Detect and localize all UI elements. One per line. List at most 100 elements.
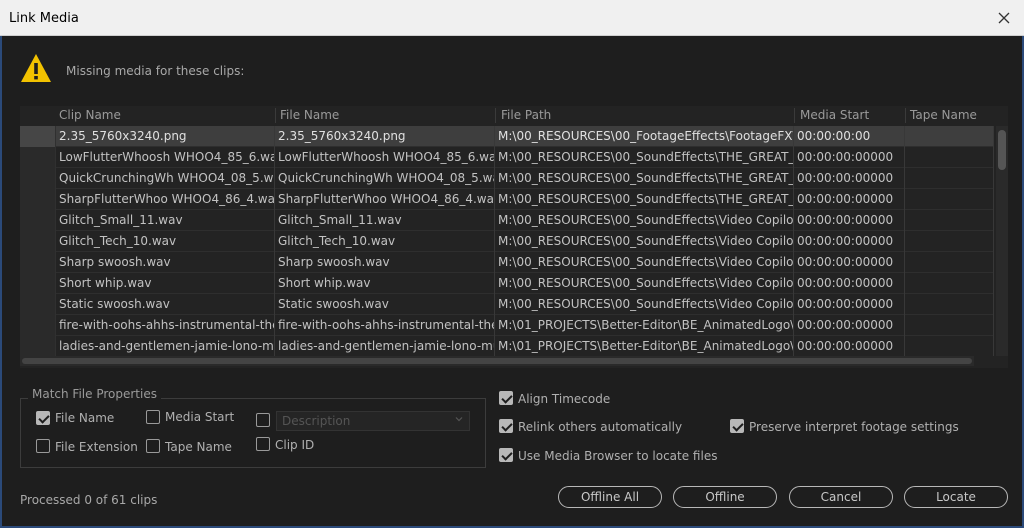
title-bar: Link Media (0, 0, 1024, 36)
row-header[interactable] (20, 126, 56, 147)
file-name-cell: 2.35_5760x3240.png (275, 126, 495, 147)
column-divider[interactable] (905, 108, 906, 123)
relink-others-label[interactable]: Relink others automatically (518, 420, 682, 434)
file-name-cell: Short whip.wav (275, 273, 495, 294)
table-row[interactable]: QuickCrunchingWh WHOO4_08_5.wav QuickCrun… (20, 168, 994, 189)
row-header[interactable] (20, 273, 56, 294)
file-path-cell: M:\00_RESOURCES\00_SoundEffects\THE_GREA… (495, 168, 794, 189)
tape-name-cell (905, 294, 994, 315)
table-row[interactable]: LowFlutterWhoosh WHOO4_85_6.wav LowFlutte… (20, 147, 994, 168)
column-header-file-name[interactable]: File Name (280, 108, 339, 122)
table-row[interactable]: Short whip.wav Short whip.wav M:\00_RESOUR… (20, 273, 994, 294)
media-start-cell: 00:00:00:00000 (794, 252, 905, 273)
vertical-scrollbar[interactable] (996, 126, 1008, 356)
media-start-cell: 00:00:00:00000 (794, 273, 905, 294)
file-name-cell: SharpFlutterWhoo WHOO4_86_4.wav (275, 189, 495, 210)
clip-id-label[interactable]: Clip ID (275, 438, 314, 452)
tape-name-label[interactable]: Tape Name (165, 440, 232, 454)
row-header[interactable] (20, 336, 56, 356)
column-divider[interactable] (275, 108, 276, 123)
scrollbar-thumb[interactable] (998, 130, 1006, 170)
locate-button[interactable]: Locate (904, 486, 1008, 508)
row-header[interactable] (20, 168, 56, 189)
file-name-cell: Sharp swoosh.wav (275, 252, 495, 273)
align-timecode-label[interactable]: Align Timecode (518, 392, 610, 406)
file-extension-label[interactable]: File Extension (55, 440, 138, 454)
file-path-cell: M:\00_RESOURCES\00_SoundEffects\THE_GREA… (495, 189, 794, 210)
table-header: Clip Name File Name File Path Media Star… (20, 106, 1008, 125)
column-divider[interactable] (495, 108, 496, 123)
file-path-cell: M:\01_PROJECTS\Better-Editor\BE_Animated… (495, 315, 794, 336)
media-start-cell: 00:00:00:00000 (794, 210, 905, 231)
table-row[interactable]: Glitch_Small_11.wav Glitch_Small_11.wav M:… (20, 210, 994, 231)
table-row[interactable]: Glitch_Tech_10.wav Glitch_Tech_10.wav M:\0… (20, 231, 994, 252)
file-name-label[interactable]: File Name (55, 411, 114, 425)
clip-name-cell: Sharp swoosh.wav (56, 252, 275, 273)
clip-name-cell: fire-with-oohs-ahhs-instrumental-the-sm (56, 315, 275, 336)
window-title: Link Media (9, 11, 79, 26)
table-row[interactable]: 2.35_5760x3240.png 2.35_5760x3240.png M:\0… (20, 126, 994, 147)
table-row[interactable]: Static swoosh.wav Static swoosh.wav M:\00_… (20, 294, 994, 315)
file-name-checkbox[interactable] (36, 411, 50, 425)
description-checkbox[interactable] (256, 413, 270, 427)
clip-name-cell: Short whip.wav (56, 273, 275, 294)
relink-others-checkbox[interactable] (499, 419, 513, 433)
column-header-clip-name[interactable]: Clip Name (59, 108, 121, 122)
row-header[interactable] (20, 231, 56, 252)
description-select[interactable]: Description (276, 411, 470, 431)
clip-name-cell: Glitch_Tech_10.wav (56, 231, 275, 252)
preserve-interpret-checkbox[interactable] (730, 419, 744, 433)
clip-name-cell: Glitch_Small_11.wav (56, 210, 275, 231)
row-header[interactable] (20, 294, 56, 315)
file-path-cell: M:\00_RESOURCES\00_SoundEffects\Video Co… (495, 273, 794, 294)
warning-message: Missing media for these clips: (66, 64, 245, 78)
preserve-interpret-label[interactable]: Preserve interpret footage settings (749, 420, 959, 434)
row-header[interactable] (20, 315, 56, 336)
tape-name-cell (905, 231, 994, 252)
table-row[interactable]: ladies-and-gentlemen-jamie-lono-music lad… (20, 336, 994, 356)
media-start-checkbox[interactable] (146, 410, 160, 424)
use-media-browser-checkbox[interactable] (499, 448, 513, 462)
match-properties-group (20, 398, 486, 468)
column-header-tape-name[interactable]: Tape Name (910, 108, 977, 122)
clip-name-cell: ladies-and-gentlemen-jamie-lono-music (56, 336, 275, 356)
warning-icon (21, 54, 51, 82)
horizontal-scrollbar[interactable] (20, 356, 974, 366)
close-icon[interactable] (994, 8, 1014, 28)
row-header[interactable] (20, 210, 56, 231)
column-header-media-start[interactable]: Media Start (800, 108, 869, 122)
row-header[interactable] (20, 252, 56, 273)
offline-all-button[interactable]: Offline All (558, 486, 662, 508)
media-start-label[interactable]: Media Start (165, 410, 234, 424)
tape-name-cell (905, 336, 994, 356)
scrollbar-thumb[interactable] (22, 358, 972, 364)
file-path-cell: M:\00_RESOURCES\00_SoundEffects\Video Co… (495, 210, 794, 231)
cancel-button[interactable]: Cancel (789, 486, 893, 508)
media-start-cell: 00:00:00:00000 (794, 168, 905, 189)
tape-name-cell (905, 147, 994, 168)
tape-name-checkbox[interactable] (146, 439, 160, 453)
tape-name-cell (905, 210, 994, 231)
file-path-cell: M:\00_RESOURCES\00_SoundEffects\Video Co… (495, 231, 794, 252)
table-row[interactable]: fire-with-oohs-ahhs-instrumental-the-smf… (20, 315, 994, 336)
offline-button[interactable]: Offline (673, 486, 777, 508)
file-extension-checkbox[interactable] (36, 439, 50, 453)
column-divider[interactable] (794, 108, 795, 123)
file-name-cell: LowFlutterWhoosh WHOO4_85_6.wav (275, 147, 495, 168)
file-path-cell: M:\00_RESOURCES\00_FootageEffects\Footag… (495, 126, 794, 147)
table-row[interactable]: Sharp swoosh.wav Sharp swoosh.wav M:\00_RE… (20, 252, 994, 273)
tape-name-cell (905, 273, 994, 294)
clip-name-cell: QuickCrunchingWh WHOO4_08_5.wav (56, 168, 275, 189)
media-start-cell: 00:00:00:00000 (794, 315, 905, 336)
row-header[interactable] (20, 189, 56, 210)
media-start-cell: 00:00:00:00000 (794, 231, 905, 252)
clip-id-checkbox[interactable] (256, 437, 270, 451)
file-name-cell: Glitch_Tech_10.wav (275, 231, 495, 252)
table-row[interactable]: SharpFlutterWhoo WHOO4_86_4.wav SharpFlut… (20, 189, 994, 210)
row-header[interactable] (20, 147, 56, 168)
align-timecode-checkbox[interactable] (499, 391, 513, 405)
column-header-file-path[interactable]: File Path (501, 108, 551, 122)
use-media-browser-label[interactable]: Use Media Browser to locate files (518, 449, 717, 463)
clip-name-cell: 2.35_5760x3240.png (56, 126, 275, 147)
file-name-cell: fire-with-oohs-ahhs-instrumental-the-sm (275, 315, 495, 336)
